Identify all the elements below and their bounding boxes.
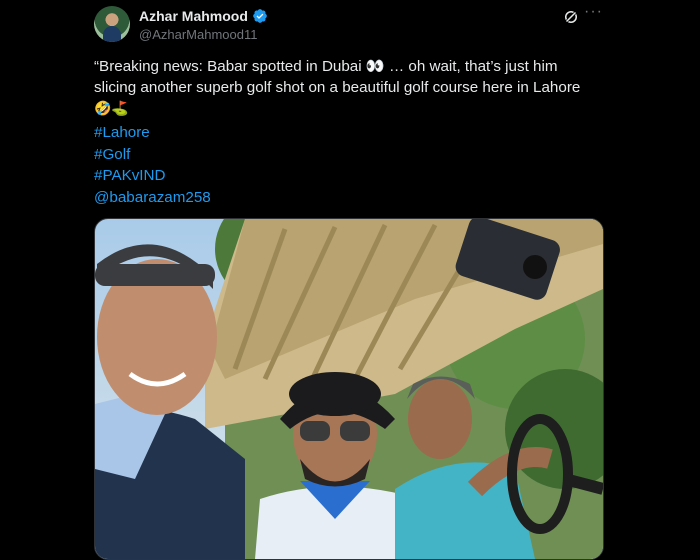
hashtag-lahore[interactable]: #Lahore xyxy=(94,122,211,144)
author-display-name[interactable]: Azhar Mahmood xyxy=(139,8,248,24)
tweet-links: #Lahore #Golf #PAKvIND @babarazam258 xyxy=(94,122,211,208)
mention-babarazam[interactable]: @babarazam258 xyxy=(94,187,211,209)
hashtag-pakvind[interactable]: #PAKvIND xyxy=(94,165,211,187)
tweet-text-line-3: 🤣⛳ xyxy=(94,100,129,116)
grok-icon[interactable] xyxy=(562,8,580,26)
author-avatar[interactable] xyxy=(94,6,130,42)
photo-golf-cart-selfie xyxy=(95,219,603,559)
tweet-media-photo[interactable] xyxy=(94,218,604,560)
tweet-text-line-1: “Breaking news: Babar spotted in Dubai 👀… xyxy=(94,58,558,75)
author-handle[interactable]: @AzharMahmood11 xyxy=(139,27,257,42)
tweet-text-line-2: slicing another superb golf shot on a be… xyxy=(94,79,581,96)
hashtag-golf[interactable]: #Golf xyxy=(94,144,211,166)
author-name-row: Azhar Mahmood xyxy=(139,8,268,24)
tweet[interactable]: Azhar Mahmood @AzharMahmood11 ··· “Break… xyxy=(0,0,700,560)
tweet-text: “Breaking news: Babar spotted in Dubai 👀… xyxy=(94,56,614,119)
verified-badge-icon xyxy=(253,9,267,23)
more-options-icon[interactable]: ··· xyxy=(584,3,603,21)
